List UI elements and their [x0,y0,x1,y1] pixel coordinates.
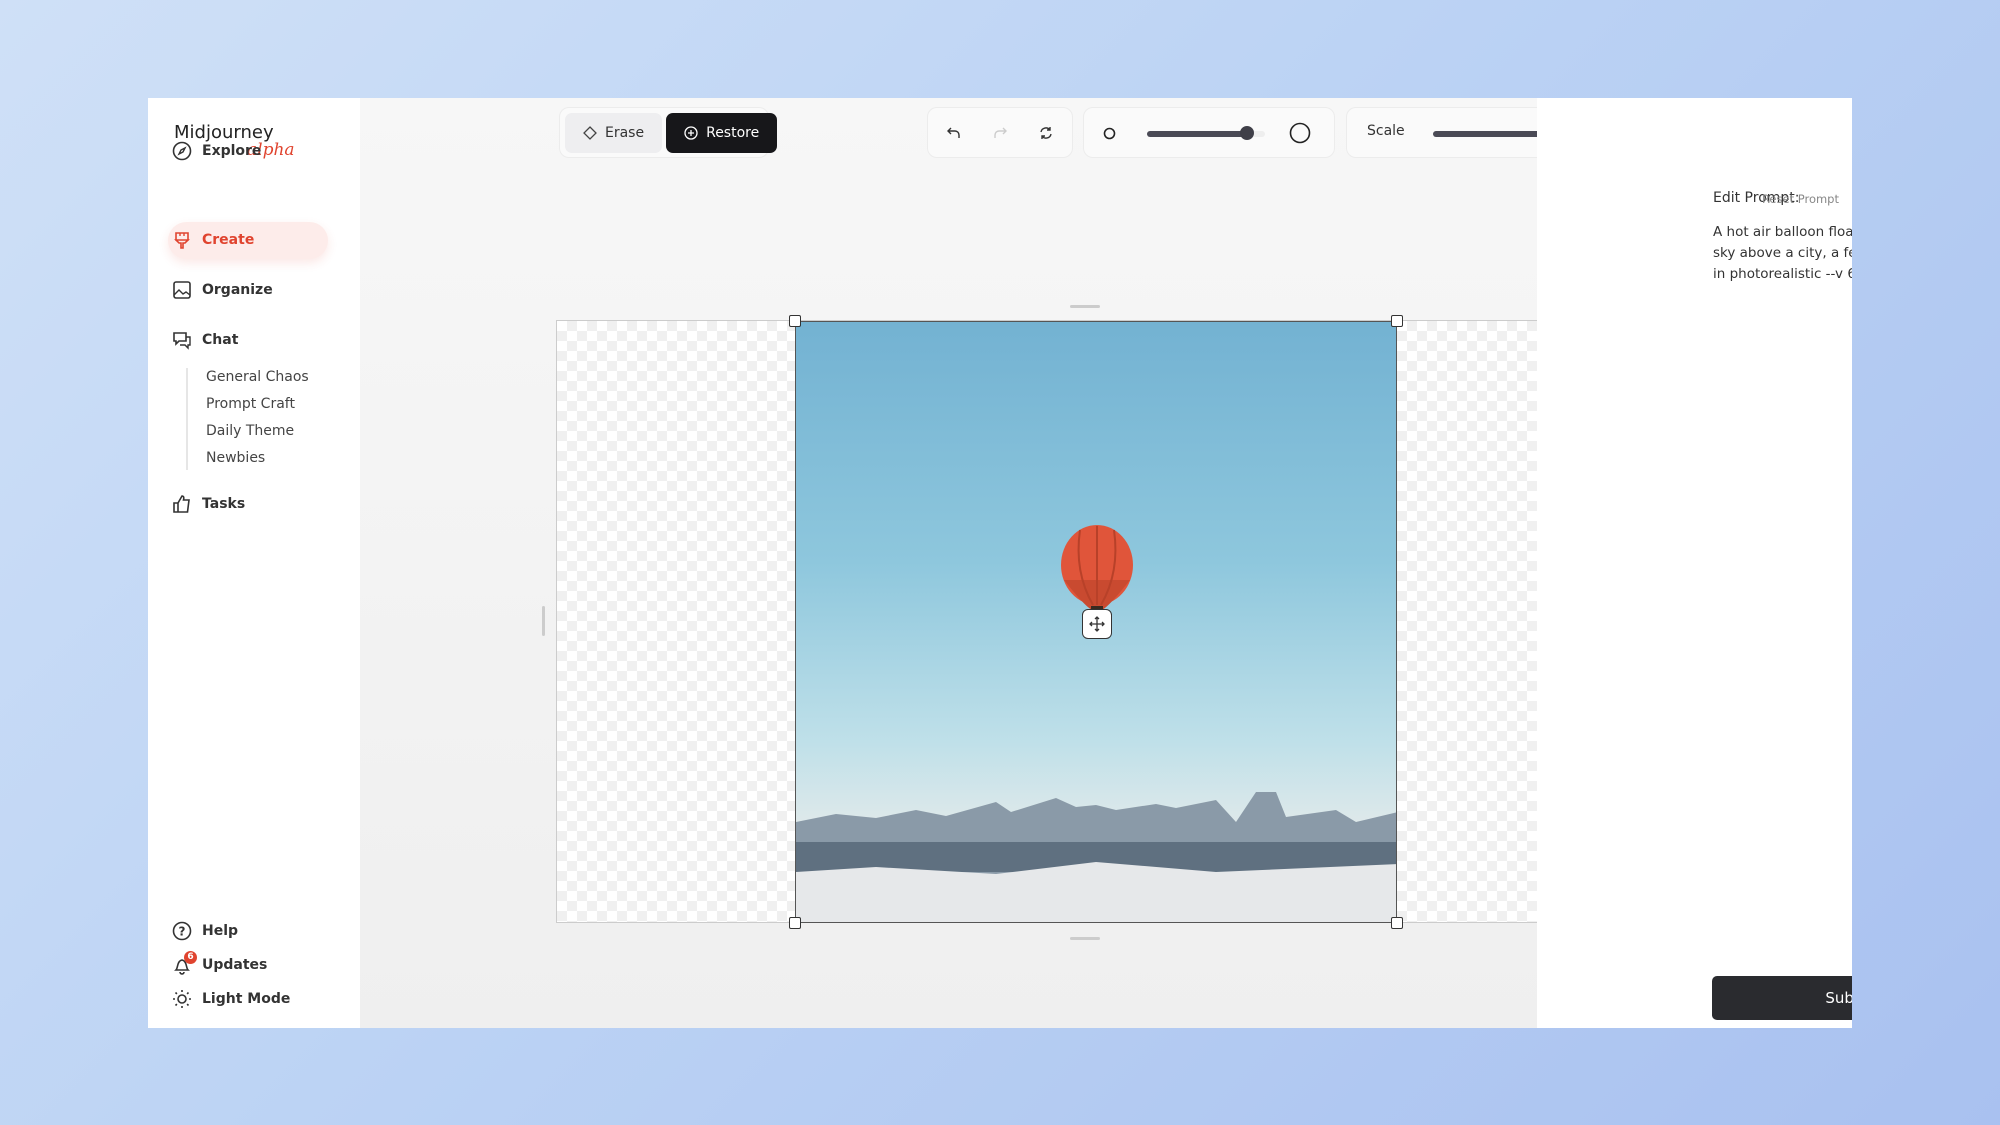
restore-button[interactable]: Restore [666,112,778,153]
sidebar-item-label: Create [202,232,255,248]
sidebar-item-create[interactable]: Create [172,230,254,250]
sidebar-item-label: Help [202,923,239,939]
sidebar-item-updates[interactable]: 6 Updates [172,951,268,975]
erase-label: Erase [605,124,645,141]
refresh-icon [1040,126,1052,139]
submit-button[interactable]: Submit [1712,976,1852,1020]
restore-label: Restore [706,124,760,141]
corner-handle-tr[interactable] [1391,315,1403,327]
scale-label: Scale [1367,123,1405,139]
erase-button[interactable]: Erase [565,112,663,153]
prompt-panel: Edit Prompt: Reset Prompt A hot air ball… [1537,98,1852,1028]
thumbs-up-icon [173,495,190,513]
redo-button[interactable] [977,113,1023,153]
brush-icon [174,232,190,249]
bottom-resize-handle[interactable] [1070,937,1100,940]
generated-image[interactable] [795,321,1397,923]
chat-divider [186,368,188,470]
sidebar-item-explore[interactable]: Explore [172,141,261,161]
chat-room-daily-theme[interactable]: Daily Theme [206,423,294,439]
sidebar-item-label: Tasks [202,496,246,512]
move-icon [1089,616,1105,632]
corner-handle-tl[interactable] [789,315,801,327]
sidebar-item-label: Organize [202,282,273,298]
erase-restore-group: Erase Restore [559,107,778,158]
plus-circle-icon [684,125,698,140]
corner-handle-br[interactable] [1391,917,1403,929]
sun-icon [173,990,191,1008]
large-brush-icon [1289,122,1311,144]
reset-prompt-button[interactable]: Reset Prompt [1762,192,1839,206]
svg-text:?: ? [179,925,186,939]
sidebar-item-organize[interactable]: Organize [172,280,273,300]
sidebar-item-light-mode[interactable]: Light Mode [172,989,290,1009]
sidebar-item-tasks[interactable]: Tasks [172,494,245,514]
sidebar: Midjourney alpha Explore Create Organize… [148,98,360,1028]
brush-size-group [1083,107,1335,158]
chat-icon [173,332,191,350]
chat-room-newbies[interactable]: Newbies [206,450,265,466]
undo-icon [947,127,960,138]
sidebar-item-help[interactable]: ? Help [172,921,238,941]
image-icon [173,281,191,299]
undo-button[interactable] [931,113,977,153]
prompt-text-field[interactable]: A hot air balloon floating in a clear bl… [1713,222,1852,285]
editor-main: Erase Restore Scale 1:14:33:216:92:13:42… [360,98,1852,1028]
help-icon: ? [172,921,192,941]
history-group [927,107,1073,158]
brush-size-slider[interactable] [1147,126,1265,140]
redo-icon [994,127,1007,138]
sidebar-item-label: Chat [202,332,239,348]
top-resize-handle[interactable] [1070,305,1100,308]
move-handle[interactable] [1082,609,1112,639]
corner-handle-bl[interactable] [789,917,801,929]
sidebar-item-label: Explore [202,143,262,159]
eraser-icon [583,125,597,140]
sidebar-item-label: Updates [202,957,268,973]
small-brush-icon [1103,127,1116,140]
updates-badge: 6 [184,951,197,964]
chat-room-prompt-craft[interactable]: Prompt Craft [206,396,295,412]
sidebar-item-label: Light Mode [202,991,291,1007]
left-resize-handle[interactable] [542,606,545,636]
reset-button[interactable] [1023,113,1069,153]
compass-icon [172,141,192,161]
sidebar-item-chat[interactable]: Chat [172,330,238,350]
app-window: Midjourney alpha Explore Create Organize… [148,98,1852,1028]
chat-room-general-chaos[interactable]: General Chaos [206,369,309,385]
